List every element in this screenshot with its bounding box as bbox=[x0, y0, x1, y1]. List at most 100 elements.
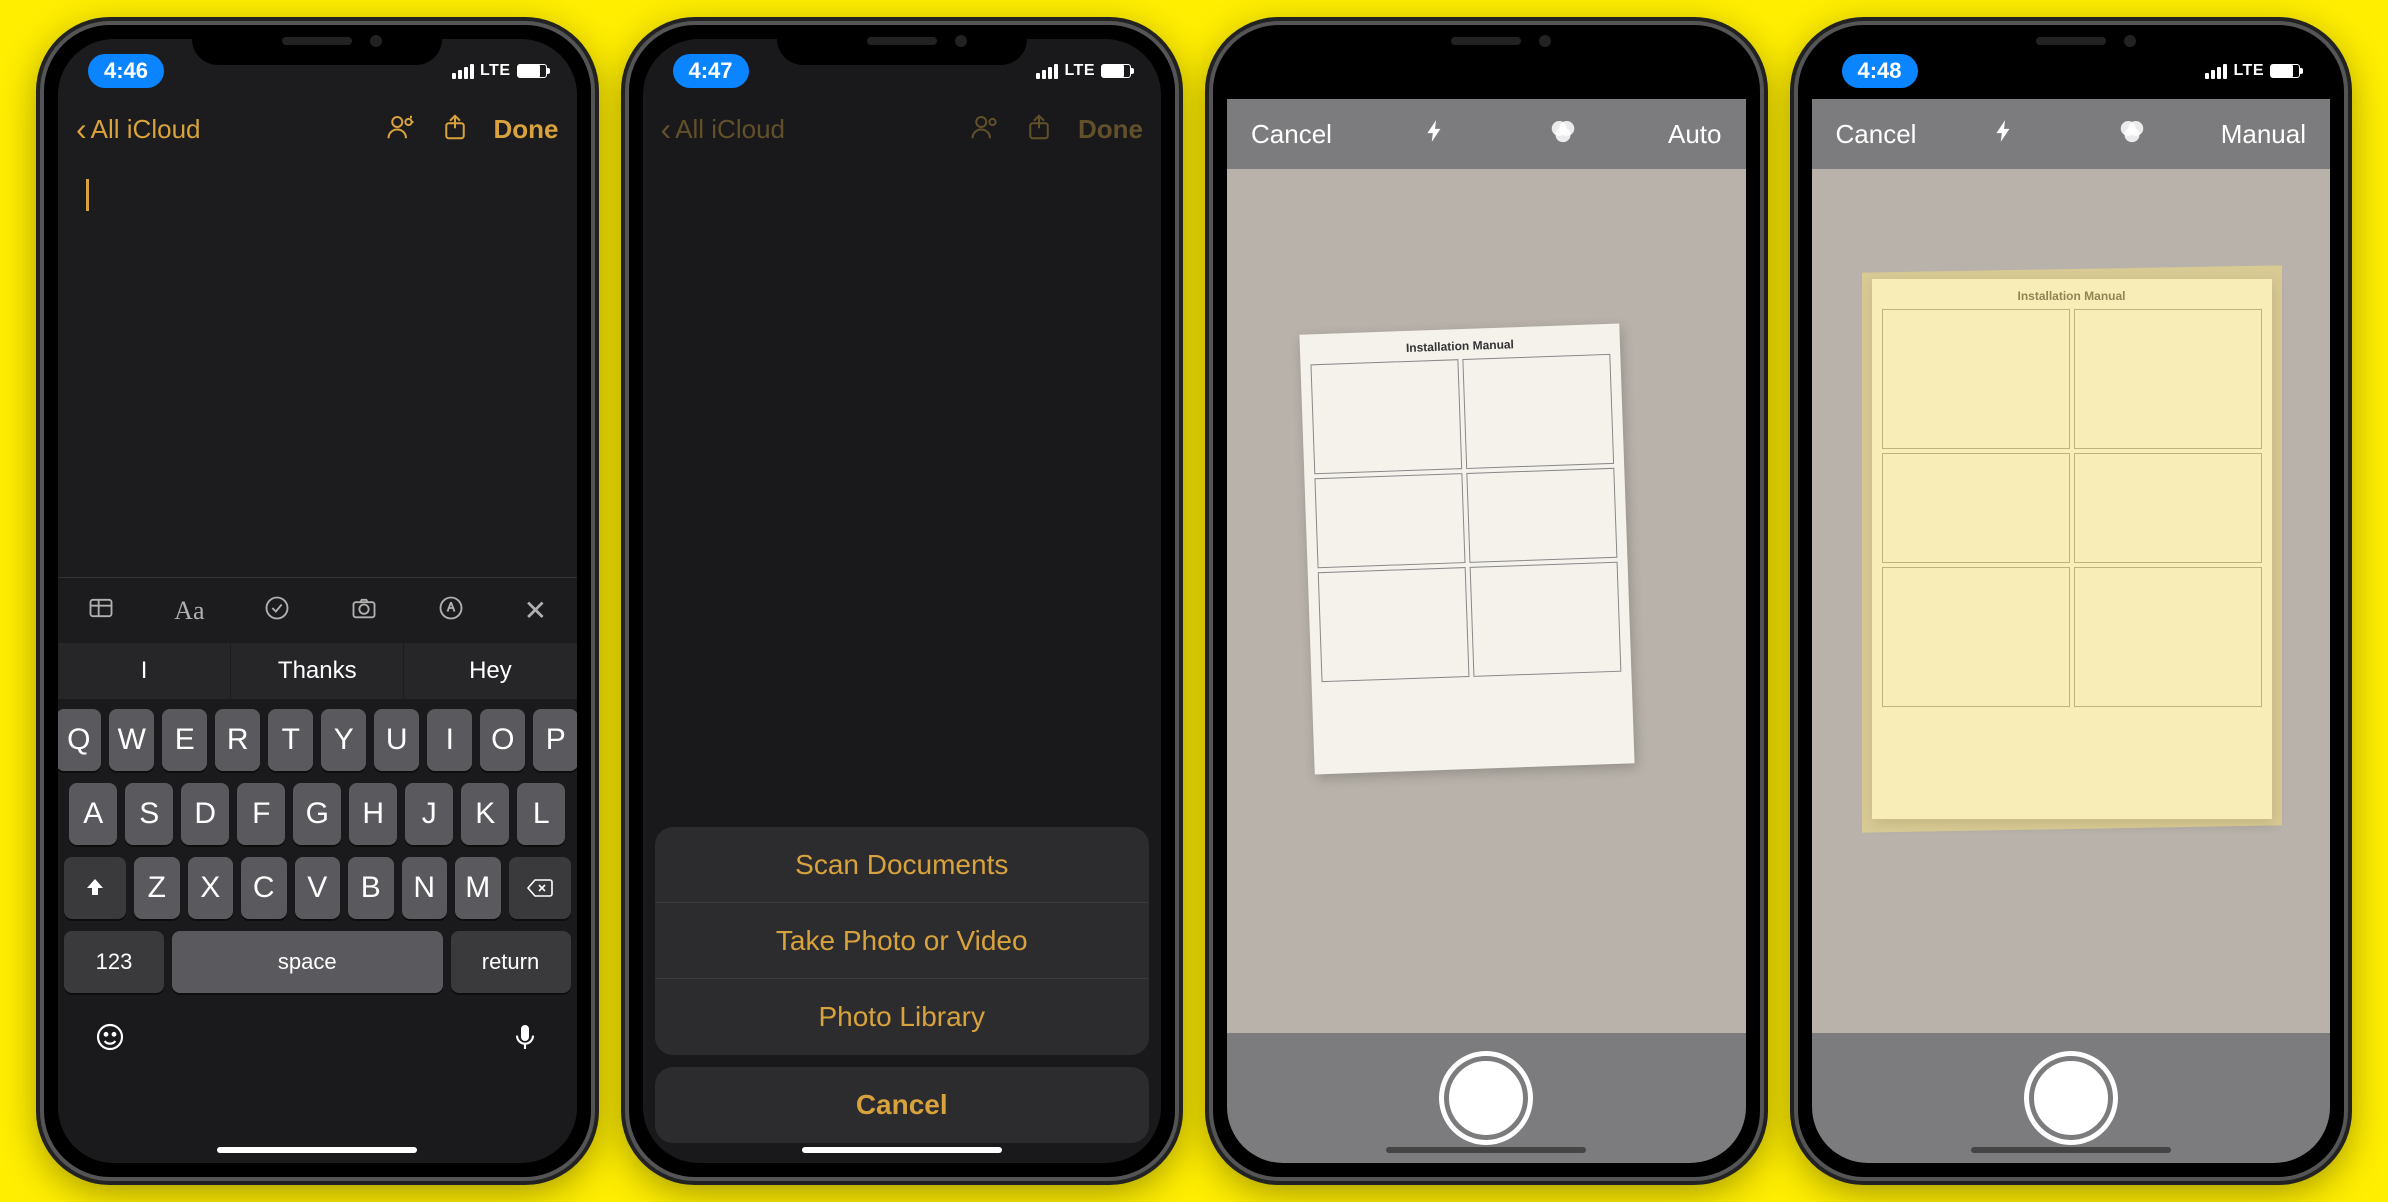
keyboard-suggestions: I Thanks Hey bbox=[58, 643, 577, 699]
detection-overlay bbox=[1862, 265, 2282, 832]
sheet-cancel[interactable]: Cancel bbox=[655, 1067, 1150, 1143]
camera-viewfinder: Installation Manual bbox=[1227, 169, 1746, 1033]
battery-icon bbox=[1101, 64, 1131, 78]
filter-icon[interactable] bbox=[2117, 116, 2147, 153]
key-f[interactable]: F bbox=[237, 783, 285, 845]
keyboard-row-4: 123 space return bbox=[64, 931, 571, 993]
key-v[interactable]: V bbox=[295, 857, 341, 919]
battery-icon bbox=[517, 64, 547, 78]
shutter-button[interactable] bbox=[2029, 1056, 2113, 1140]
key-h[interactable]: H bbox=[349, 783, 397, 845]
notes-toolbar: Aa ✕ bbox=[58, 577, 577, 643]
key-z[interactable]: Z bbox=[134, 857, 180, 919]
flash-icon[interactable] bbox=[1991, 116, 2017, 153]
emoji-icon[interactable] bbox=[94, 1021, 126, 1058]
time-pill[interactable]: 4:48 bbox=[1842, 54, 1918, 88]
action-sheet: Scan Documents Take Photo or Video Photo… bbox=[655, 827, 1150, 1143]
battery-icon bbox=[2270, 64, 2300, 78]
suggestion-1[interactable]: I bbox=[58, 643, 231, 699]
time-pill[interactable]: 4:46 bbox=[88, 54, 164, 88]
back-button[interactable]: ‹ All iCloud bbox=[76, 111, 200, 148]
signal-icon bbox=[2205, 64, 2227, 79]
keyboard-row-1: Q W E R T Y U I O P bbox=[64, 709, 571, 771]
key-e[interactable]: E bbox=[162, 709, 207, 771]
scan-bottom-bar bbox=[1227, 1033, 1746, 1163]
phone-2: 4:47 LTE ‹ All iCloud Done bbox=[625, 21, 1180, 1181]
key-g[interactable]: G bbox=[293, 783, 341, 845]
share-icon[interactable] bbox=[440, 112, 470, 147]
key-y[interactable]: Y bbox=[321, 709, 366, 771]
chevron-left-icon: ‹ bbox=[76, 111, 87, 148]
sheet-take-photo[interactable]: Take Photo or Video bbox=[655, 903, 1150, 979]
scan-bottom-bar bbox=[1812, 1033, 2331, 1163]
done-button[interactable]: Done bbox=[494, 114, 559, 145]
text-cursor bbox=[86, 179, 89, 211]
close-toolbar-icon[interactable]: ✕ bbox=[524, 594, 547, 627]
capture-mode-button[interactable]: Manual bbox=[2221, 119, 2306, 150]
keyboard-row-2: A S D F G H J K L bbox=[64, 783, 571, 845]
scan-toolbar: Cancel Manual bbox=[1812, 99, 2331, 169]
signal-icon bbox=[452, 64, 474, 79]
key-l[interactable]: L bbox=[517, 783, 565, 845]
key-space[interactable]: space bbox=[172, 931, 443, 993]
key-w[interactable]: W bbox=[109, 709, 154, 771]
suggestion-2[interactable]: Thanks bbox=[231, 643, 404, 699]
home-indicator[interactable] bbox=[217, 1147, 417, 1153]
key-b[interactable]: B bbox=[348, 857, 394, 919]
checklist-icon[interactable] bbox=[263, 594, 291, 627]
key-n[interactable]: N bbox=[402, 857, 448, 919]
table-icon[interactable] bbox=[87, 594, 115, 627]
key-x[interactable]: X bbox=[188, 857, 234, 919]
flash-icon[interactable] bbox=[1422, 116, 1448, 153]
key-shift[interactable] bbox=[64, 857, 126, 919]
key-s[interactable]: S bbox=[125, 783, 173, 845]
shutter-button[interactable] bbox=[1444, 1056, 1528, 1140]
cancel-button[interactable]: Cancel bbox=[1251, 119, 1332, 150]
key-o[interactable]: O bbox=[480, 709, 525, 771]
home-indicator[interactable] bbox=[1386, 1147, 1586, 1153]
capture-mode-button[interactable]: Auto bbox=[1668, 119, 1722, 150]
sheet-photo-library[interactable]: Photo Library bbox=[655, 979, 1150, 1055]
phone-4: 4:48 LTE Cancel Manual Installation Manu… bbox=[1794, 21, 2349, 1181]
key-t[interactable]: T bbox=[268, 709, 313, 771]
notes-nav: ‹ All iCloud Done bbox=[58, 99, 577, 159]
key-k[interactable]: K bbox=[461, 783, 509, 845]
time-pill[interactable]: 4:47 bbox=[673, 54, 749, 88]
key-a[interactable]: A bbox=[69, 783, 117, 845]
key-p[interactable]: P bbox=[533, 709, 576, 771]
camera-viewfinder: Installation Manual bbox=[1812, 169, 2331, 1033]
key-j[interactable]: J bbox=[405, 783, 453, 845]
collaborate-icon[interactable] bbox=[386, 112, 416, 147]
network-label: LTE bbox=[1064, 62, 1095, 80]
scanned-document: Installation Manual bbox=[1299, 324, 1634, 775]
network-label: LTE bbox=[480, 62, 511, 80]
phone-3: Cancel Auto Installation Manual bbox=[1209, 21, 1764, 1181]
key-return[interactable]: return bbox=[451, 931, 571, 993]
network-label: LTE bbox=[2233, 62, 2264, 80]
home-indicator[interactable] bbox=[802, 1147, 1002, 1153]
suggestion-3[interactable]: Hey bbox=[404, 643, 576, 699]
text-format-icon[interactable]: Aa bbox=[174, 596, 204, 626]
home-indicator[interactable] bbox=[1971, 1147, 2171, 1153]
mic-icon[interactable] bbox=[509, 1021, 541, 1058]
keyboard-row-3: Z X C V B N M bbox=[64, 857, 571, 919]
key-c[interactable]: C bbox=[241, 857, 287, 919]
key-m[interactable]: M bbox=[455, 857, 501, 919]
scan-toolbar: Cancel Auto bbox=[1227, 99, 1746, 169]
filter-icon[interactable] bbox=[1548, 116, 1578, 153]
key-u[interactable]: U bbox=[374, 709, 419, 771]
key-q[interactable]: Q bbox=[58, 709, 101, 771]
markup-icon[interactable] bbox=[437, 594, 465, 627]
key-delete[interactable] bbox=[509, 857, 571, 919]
cancel-button[interactable]: Cancel bbox=[1836, 119, 1917, 150]
phone-1: 4:46 LTE ‹ All iCloud Done bbox=[40, 21, 595, 1181]
signal-icon bbox=[1036, 64, 1058, 79]
sheet-scan-documents[interactable]: Scan Documents bbox=[655, 827, 1150, 903]
key-i[interactable]: I bbox=[427, 709, 472, 771]
key-d[interactable]: D bbox=[181, 783, 229, 845]
camera-icon[interactable] bbox=[350, 594, 378, 627]
keyboard: Q W E R T Y U I O P A S D F G H J K L bbox=[58, 699, 577, 1163]
key-r[interactable]: R bbox=[215, 709, 260, 771]
key-numbers[interactable]: 123 bbox=[64, 931, 164, 993]
keyboard-bottom bbox=[64, 1005, 571, 1062]
